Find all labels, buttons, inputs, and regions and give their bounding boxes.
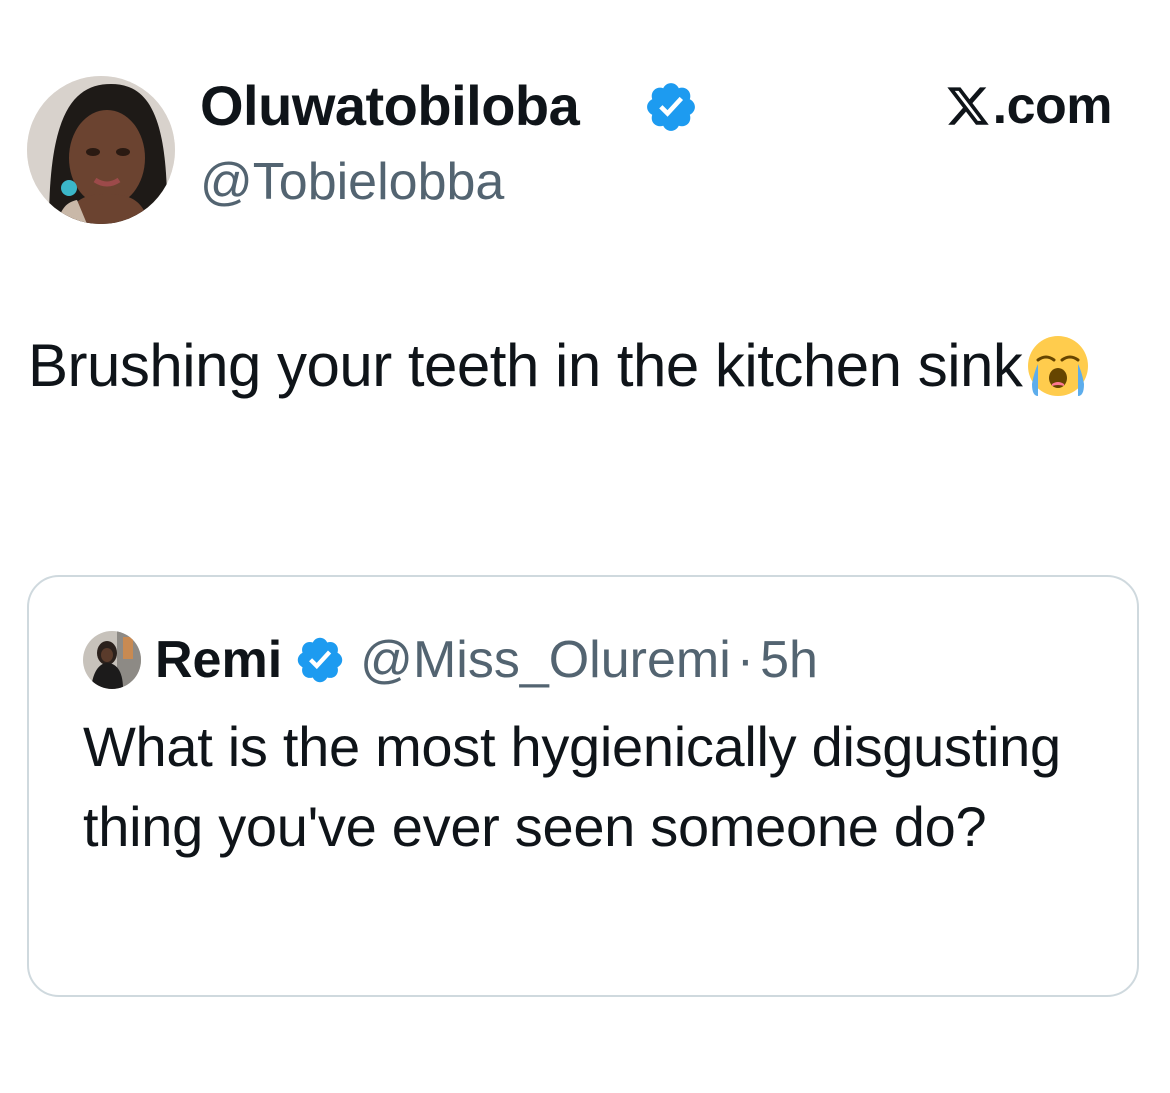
- quoted-user-display-name[interactable]: Remi: [155, 630, 282, 690]
- tweet-text-content: Brushing your teeth in the kitchen sink: [28, 332, 1023, 399]
- site-domain-suffix: .com: [992, 77, 1113, 135]
- x-logo-icon: [947, 87, 989, 125]
- quoted-tweet-header: Remi @Miss_Oluremi · 5h: [83, 627, 818, 693]
- quoted-tweet-text: What is the most hygienically disgusting…: [83, 715, 1061, 858]
- verified-badge-icon: [647, 83, 695, 131]
- loudly-crying-face-icon: [1028, 336, 1089, 396]
- quoted-user-handle[interactable]: @Miss_Oluremi: [360, 630, 731, 690]
- author-avatar[interactable]: [27, 76, 175, 224]
- header-separator: ·: [736, 631, 755, 689]
- author-handle[interactable]: @Tobielobba: [200, 152, 504, 212]
- author-display-name[interactable]: Oluwatobiloba: [200, 74, 580, 138]
- tweet-text: Brushing your teeth in the kitchen sink: [28, 326, 1128, 406]
- quoted-tweet-timestamp[interactable]: 5h: [760, 630, 818, 690]
- site-brand: .com: [945, 76, 1113, 136]
- quoted-tweet-card[interactable]: Remi @Miss_Oluremi · 5h What is the most…: [27, 575, 1139, 997]
- quoted-user-avatar[interactable]: [83, 631, 141, 689]
- verified-badge-icon: [297, 637, 343, 683]
